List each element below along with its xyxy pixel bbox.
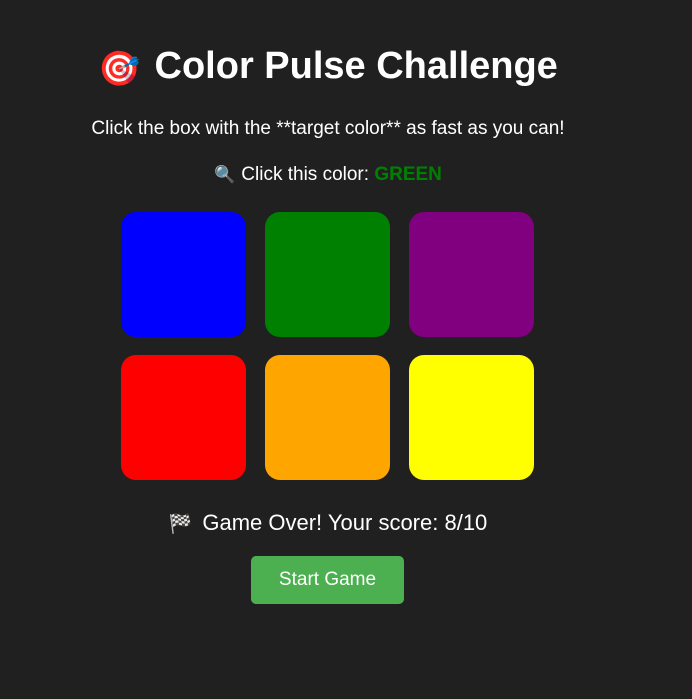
game-container: 🎯 Color Pulse Challenge Click the box wit…: [0, 0, 656, 699]
title-text: Color Pulse Challenge: [154, 45, 558, 87]
page-title: 🎯 Color Pulse Challenge: [0, 42, 656, 93]
checkered-flag-icon: 🏁: [168, 514, 193, 535]
target-dart-icon: 🎯: [98, 50, 141, 88]
target-label: Click this color:: [241, 164, 375, 185]
magnifier-icon: 🔍: [214, 165, 236, 184]
start-game-button[interactable]: Start Game: [251, 556, 404, 604]
target-color-name: GREEN: [374, 164, 442, 185]
color-box-green[interactable]: [265, 212, 390, 337]
color-box-orange[interactable]: [265, 355, 390, 480]
color-box-red[interactable]: [121, 355, 246, 480]
target-prompt: 🔍 Click this color: GREEN: [0, 163, 656, 187]
status-text: Game Over! Your score: 8/10: [202, 510, 488, 535]
color-box-purple[interactable]: [409, 212, 534, 337]
color-box-yellow[interactable]: [409, 355, 534, 480]
game-status: 🏁 Game Over! Your score: 8/10: [0, 509, 656, 539]
instructions-text: Click the box with the **target color** …: [91, 118, 565, 139]
color-grid: [121, 212, 534, 480]
color-box-blue[interactable]: [121, 212, 246, 337]
